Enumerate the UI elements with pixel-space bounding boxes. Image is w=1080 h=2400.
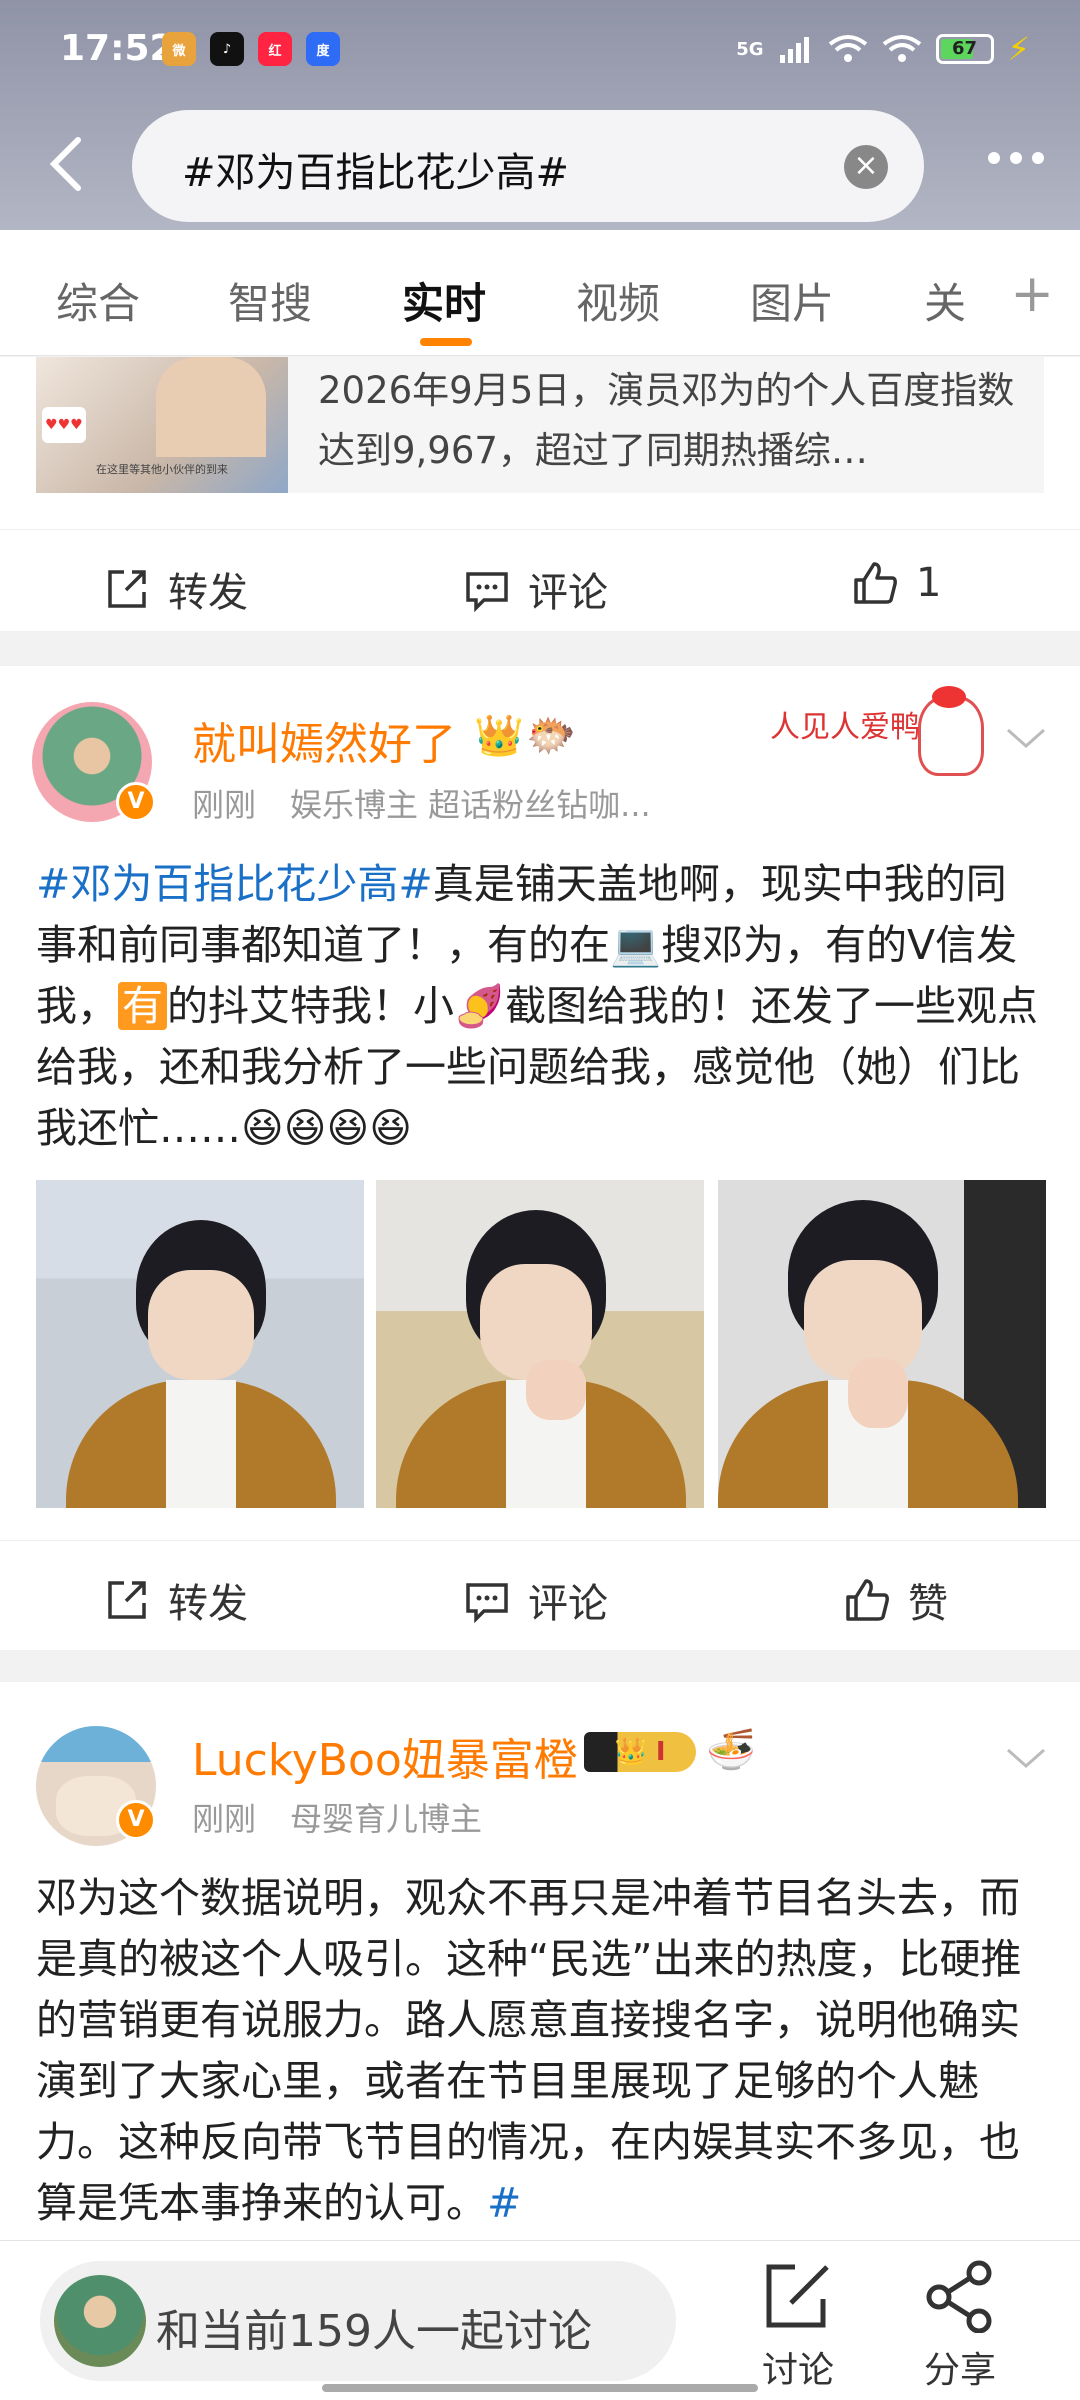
- battery-level: 67: [952, 38, 978, 59]
- tab-images[interactable]: 图片: [750, 270, 834, 331]
- highlight-badge: 有: [118, 982, 167, 1030]
- search-bar[interactable]: #邓为百指比花少高# ×: [132, 110, 924, 222]
- wifi-icon-2: [882, 35, 921, 62]
- tab-smart-search[interactable]: 智搜: [228, 270, 312, 331]
- status-app-icons: 微 ♪ 红 度: [162, 32, 340, 66]
- signal-icon: [779, 37, 809, 63]
- active-tab-indicator: [420, 338, 472, 346]
- post-photo[interactable]: [376, 1180, 704, 1508]
- person-photo: [156, 357, 266, 457]
- tab-video[interactable]: 视频: [576, 270, 660, 331]
- post-photo[interactable]: [718, 1180, 1046, 1508]
- repost-text: 2026年9月5日，演员邓为的个人百度指数达到9,967，超过了同期热播综…: [318, 369, 1015, 472]
- bottom-bar: 和当前159人一起讨论 讨论 分享: [0, 2240, 1080, 2400]
- tab-comprehensive[interactable]: 综合: [56, 270, 140, 331]
- discuss-button[interactable]: 讨论: [738, 2259, 858, 2393]
- photo-grid: [36, 1180, 1046, 1510]
- tab-follow[interactable]: 关: [924, 270, 966, 331]
- status-bar: 17:52 微 ♪ 红 度 5G 67 ⚡: [0, 0, 1080, 100]
- tab-realtime[interactable]: 实时: [402, 270, 486, 331]
- charging-icon: ⚡: [1007, 30, 1030, 68]
- laugh-emoji: 😆😆😆😆: [241, 1104, 412, 1152]
- more-options-icon[interactable]: [988, 152, 1044, 164]
- user-meta: 娱乐博主 超话粉丝钻咖...: [290, 786, 651, 824]
- repost-preview[interactable]: ♥♥♥ 在这里等其他小伙伴的到来 2026年9月5日，演员邓为的个人百度指数达到…: [36, 357, 1044, 493]
- verified-badge-icon: V: [116, 1800, 156, 1840]
- laptop-icon: 💻: [610, 921, 662, 969]
- heart-icon: ♥♥♥: [42, 407, 86, 443]
- crown-badge-icon: 👑: [474, 713, 524, 759]
- share-label: 分享: [923, 2350, 996, 2391]
- repost-label: 转发: [168, 1581, 248, 1627]
- search-input[interactable]: #邓为百指比花少高#: [182, 140, 569, 198]
- comment-icon: [466, 1583, 508, 1623]
- status-time: 17:52: [60, 28, 175, 69]
- like-button[interactable]: 赞: [844, 1571, 948, 1629]
- tiktok-icon: ♪: [210, 32, 244, 66]
- avatar: [54, 2275, 146, 2367]
- post-time: 刚刚: [192, 1800, 257, 1838]
- user-meta: 母婴育儿博主: [290, 1800, 483, 1838]
- home-indicator[interactable]: [322, 2384, 758, 2392]
- username[interactable]: 就叫嫣然好了: [192, 708, 456, 772]
- back-arrow-icon[interactable]: [40, 134, 96, 194]
- thumbs-up-icon: [854, 562, 897, 604]
- like-button[interactable]: 1: [852, 560, 941, 606]
- repost-button[interactable]: 转发: [104, 560, 248, 618]
- edit-icon: [766, 2264, 829, 2328]
- username[interactable]: LuckyBoo妞暴富橙: [192, 1724, 578, 1788]
- discussion-prompt: 和当前159人一起讨论: [156, 2306, 592, 2357]
- post-card: V LuckyBoo妞暴富橙 👑 I 🍜 刚刚 母婴育儿博主 邓为这个数据说明，…: [0, 1682, 1080, 2240]
- post-actions: 转发 评论 1: [0, 529, 1080, 637]
- clear-search-icon[interactable]: ×: [844, 145, 888, 189]
- post-actions: 转发 评论 赞: [0, 1540, 1080, 1648]
- share-button[interactable]: 分享: [900, 2259, 1020, 2393]
- chevron-down-icon[interactable]: [1006, 726, 1046, 750]
- like-label: 赞: [908, 1581, 948, 1627]
- repost-icon: [108, 570, 146, 608]
- verified-badge-icon: V: [116, 782, 156, 822]
- repost-label: 转发: [168, 570, 248, 616]
- post-card: V 就叫嫣然好了 👑 🐡 刚刚 娱乐博主 超话粉丝钻咖... 人见人爱鸭 #邓为…: [0, 666, 1080, 1650]
- post-text: 邓为这个数据说明，观众不再只是冲着节目名头去，而是真的被这个人吸引。这种“民选”…: [36, 1874, 1022, 2227]
- thumb-caption: 在这里等其他小伙伴的到来: [96, 463, 228, 476]
- repost-button[interactable]: 转发: [104, 1571, 248, 1629]
- repost-icon: [108, 1581, 146, 1619]
- fish-badge-icon: 🐡: [526, 713, 576, 759]
- share-icon: [926, 2260, 992, 2333]
- xiaohongshu-icon: 红: [258, 32, 292, 66]
- comment-icon: [466, 572, 508, 612]
- like-count: 1: [916, 560, 942, 606]
- comment-label: 评论: [528, 570, 608, 616]
- member-level-badge-icon: 👑 I: [584, 1732, 696, 1772]
- sticker-text: 人见人爱鸭: [770, 710, 920, 745]
- sweet-potato-icon: 🍠: [454, 982, 506, 1030]
- add-tab-icon[interactable]: +: [1010, 264, 1054, 324]
- baidu-icon: 度: [306, 32, 340, 66]
- comment-label: 评论: [528, 1581, 608, 1627]
- thumbs-up-icon: [846, 1579, 889, 1621]
- wifi-icon: [828, 35, 867, 62]
- discussion-input[interactable]: 和当前159人一起讨论: [40, 2261, 676, 2381]
- chevron-down-icon[interactable]: [1006, 1746, 1046, 1770]
- weibo-icon: 微: [162, 32, 196, 66]
- post-time: 刚刚: [192, 786, 257, 824]
- noodle-badge-icon: 🍜: [706, 1727, 756, 1773]
- search-tabs: 综合 智搜 实时 视频 图片 关 +: [0, 230, 1080, 356]
- post-card: ♥♥♥ 在这里等其他小伙伴的到来 2026年9月5日，演员邓为的个人百度指数达到…: [0, 357, 1080, 631]
- post-photo[interactable]: [36, 1180, 364, 1508]
- network-indicator: 5G: [736, 38, 764, 60]
- hashtag-link[interactable]: #: [487, 2179, 521, 2227]
- battery-icon: 67: [935, 34, 994, 64]
- hashtag-link[interactable]: #邓为百指比花少高#: [36, 860, 433, 908]
- search-header: #邓为百指比花少高# ×: [0, 100, 1080, 230]
- comment-button[interactable]: 评论: [464, 560, 608, 618]
- discuss-label: 讨论: [761, 2350, 834, 2391]
- repost-thumbnail: ♥♥♥ 在这里等其他小伙伴的到来: [36, 357, 288, 493]
- post-text: #邓为百指比花少高#真是铺天盖地啊，现实中我的同事和前同事都知道了！，有的在💻搜…: [36, 860, 1039, 1152]
- comment-button[interactable]: 评论: [464, 1571, 608, 1629]
- duck-sticker-icon: 人见人爱鸭: [770, 686, 990, 796]
